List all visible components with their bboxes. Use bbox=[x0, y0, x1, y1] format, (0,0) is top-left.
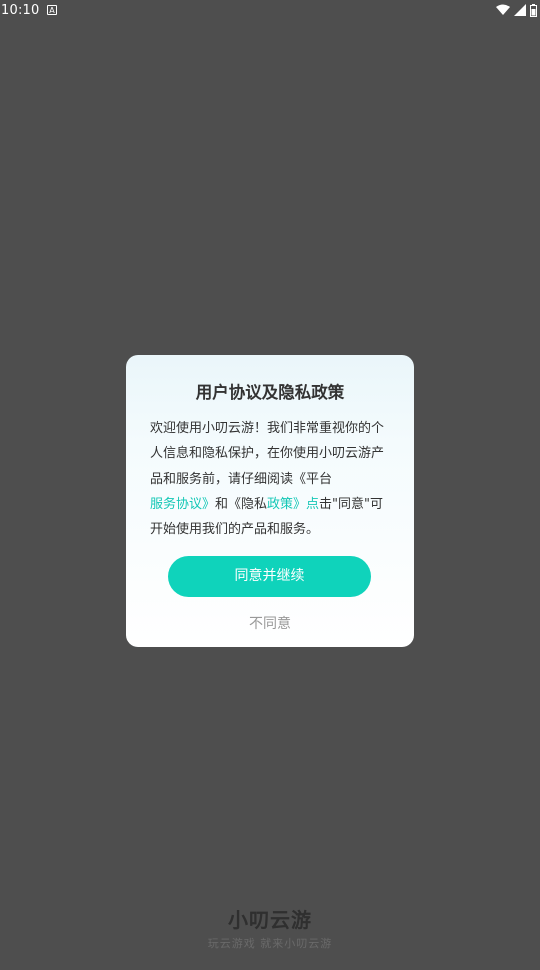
dialog-body: 欢迎使用小叨云游！我们非常重视你的个人信息和隐私保护，在你使用小叨云游产品和服务… bbox=[150, 416, 394, 542]
service-agreement-link[interactable]: 服务协议》 bbox=[150, 497, 215, 512]
agree-button[interactable]: 同意并继续 bbox=[168, 556, 371, 597]
wifi-icon bbox=[495, 4, 510, 15]
privacy-policy-link[interactable]: 政策》点 bbox=[267, 497, 319, 512]
battery-icon bbox=[530, 4, 537, 17]
body-text-1: 欢迎使用小叨云游！我们非常重视你的个人信息和隐私保护，在你使用小叨云游产品和服务… bbox=[150, 421, 385, 487]
brand-slogan: 玩云游戏 就来小叨云游 bbox=[207, 937, 333, 950]
notification-a-icon: A bbox=[47, 5, 57, 15]
privacy-dialog: 用户协议及隐私政策 欢迎使用小叨云游！我们非常重视你的个人信息和隐私保护，在你使… bbox=[126, 355, 414, 647]
disagree-button[interactable]: 不同意 bbox=[126, 613, 414, 633]
brand-logo-text: 小叨云游 bbox=[228, 908, 312, 932]
status-icons bbox=[495, 4, 537, 18]
signal-icon bbox=[513, 4, 526, 16]
body-text-2: 和《隐私 bbox=[215, 496, 268, 512]
status-bar: 10:10 A bbox=[0, 0, 540, 22]
dialog-title: 用户协议及隐私政策 bbox=[195, 383, 345, 402]
status-time: 10:10 bbox=[1, 3, 40, 18]
